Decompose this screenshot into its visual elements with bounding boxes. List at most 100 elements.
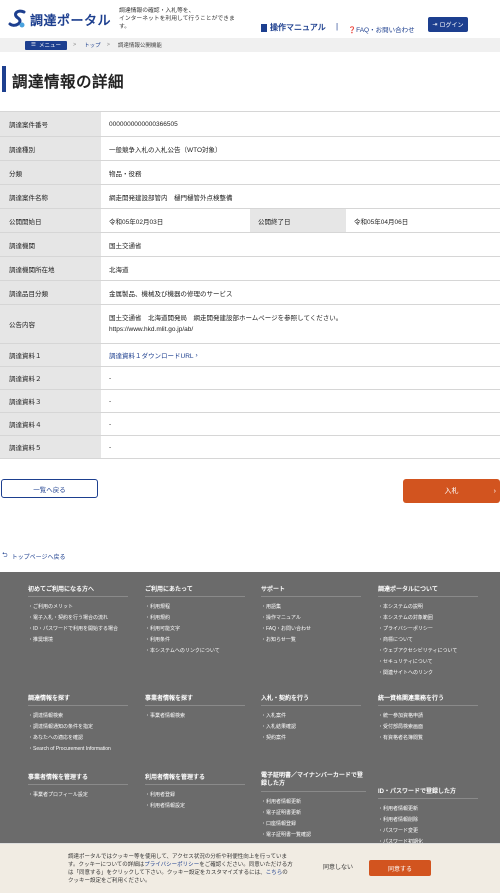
footer-link[interactable]: 利用規約 [145, 613, 245, 624]
footer-link[interactable]: 利用条件 [145, 635, 245, 646]
footer-link[interactable]: 本システムの説明 [378, 602, 478, 613]
site-logo[interactable]: 調達ポータル [6, 8, 111, 30]
footer-link[interactable]: 関連サイトへのリンク [378, 668, 478, 679]
cookie-deny-button[interactable]: 同意しない [323, 862, 353, 871]
footer-link[interactable]: 調達情報検索 [28, 711, 128, 722]
footer-column: ご利用にあたって 利用規程 利用規約 利用可能文字 利用条件 本システムへのリン… [145, 584, 245, 657]
footer-link[interactable]: ID・パスワードで利用を開始する場合 [28, 624, 128, 635]
breadcrumb-arrow: > [106, 42, 110, 48]
faq-label: FAQ・お問い合わせ [356, 27, 415, 34]
doc4-value: - [101, 413, 500, 435]
footer-link[interactable]: 利用可能文字 [145, 624, 245, 635]
footer-link[interactable]: 電子入札・契約を行う場合の流れ [28, 613, 128, 624]
header-separator: | [336, 22, 339, 31]
breadcrumb-top[interactable]: トップ [84, 41, 101, 49]
menu-icon: ☰ [31, 42, 36, 48]
footer-link[interactable]: 契約案件 [261, 733, 361, 744]
menu-button[interactable]: ☰ メニュー [25, 40, 67, 50]
doc5-value: - [101, 436, 500, 458]
footer-link[interactable]: 有資格者名簿閲覧 [378, 733, 478, 744]
detail-row: 調達資料３ - [0, 390, 500, 413]
cookie-accept-button[interactable]: 同意する [369, 860, 431, 876]
footer-link[interactable]: 用語集 [261, 602, 361, 613]
footer-link[interactable]: プライバシーポリシー [378, 624, 478, 635]
detail-row: 調達資料５ - [0, 436, 500, 459]
back-to-top-link[interactable]: ⮌ トップページへ戻る [2, 551, 66, 562]
footer-link[interactable]: 統一参加資格申請 [378, 711, 478, 722]
bid-button[interactable]: 入札 › [403, 479, 500, 503]
manual-link[interactable]: 操作マニュアル [261, 22, 326, 33]
footer-link[interactable]: 利用者情報更新 [378, 804, 478, 815]
footer-link[interactable]: ご利用のメリット [28, 602, 128, 613]
privacy-policy-link[interactable]: プライバシーポリシー [144, 862, 199, 868]
case-name-value: 網走開発建設部管内 樋門樋管外点検整備 [101, 185, 500, 208]
footer-heading[interactable]: 統一資格関連業務を行う [378, 693, 478, 706]
doc1-value: 調達資料１ダウンロードURL › [101, 344, 500, 366]
footer-link[interactable]: FAQ・お問い合わせ [261, 624, 361, 635]
footer-heading[interactable]: サポート [261, 584, 361, 597]
footer-link[interactable]: 利用者情報設定 [145, 801, 245, 812]
item-category-value: 金属製品、機械及び機器の修理のサービス [101, 281, 500, 304]
footer-link[interactable]: パスワード変更 [378, 826, 478, 837]
footer-column: 初めてご利用になる方へ ご利用のメリット 電子入札・契約を行う場合の流れ ID・… [28, 584, 128, 646]
detail-row: 調達機関所在地 北海道 [0, 257, 500, 281]
menu-label: メニュー [38, 43, 61, 49]
footer-link[interactable]: 口座情報登録 [261, 819, 366, 830]
cookie-settings-link[interactable]: こちら [266, 870, 283, 876]
doc1-download-link[interactable]: 調達資料１ダウンロードURL [109, 350, 194, 360]
doc2-value: - [101, 367, 500, 389]
footer-link[interactable]: セキュリティについて [378, 657, 478, 668]
detail-label: 調達資料３ [0, 390, 101, 412]
site-header: 調達ポータル 調達情報の確認・入札等を、 インターネットを利用して行うことができ… [0, 0, 500, 38]
footer-heading[interactable]: 事業者情報を管理する [28, 772, 128, 785]
footer-link[interactable]: 入札結果確認 [261, 722, 361, 733]
footer-link[interactable]: 利用者情報削除 [378, 815, 478, 826]
footer-link[interactable]: 利用者情報更新 [261, 797, 366, 808]
footer-heading[interactable]: ご利用にあたって [145, 584, 245, 597]
footer-heading[interactable]: 調達ポータルについて [378, 584, 478, 597]
detail-row: 調達資料４ - [0, 413, 500, 436]
back-to-list-button[interactable]: 一覧へ戻る [1, 479, 98, 498]
footer-link[interactable]: Search of Procurement Information [28, 744, 128, 755]
notice-text: 国土交通省 北海道開発局 網走開発建設部ホームページを参照してください。 [109, 315, 343, 322]
footer-heading[interactable]: 初めてご利用になる方へ [28, 584, 128, 597]
detail-row: 調達品目分類 金属製品、機械及び機器の修理のサービス [0, 281, 500, 305]
login-icon: ⇥ [432, 22, 438, 28]
footer-link[interactable]: 利用者登録 [145, 790, 245, 801]
page-title: 調達情報の詳細 [12, 74, 125, 91]
footer-column: 調達情報を探す 調達情報検索 調達情報通知の条件を指定 あなたへの適応を確認 S… [28, 693, 128, 755]
footer-heading[interactable]: 入札・契約を行う [261, 693, 361, 706]
footer-link[interactable]: 入札案件 [261, 711, 361, 722]
detail-label: 公告内容 [0, 305, 101, 343]
footer-link[interactable]: 操作マニュアル [261, 613, 361, 624]
footer-heading[interactable]: 事業者情報を探す [145, 693, 245, 706]
footer-link[interactable]: 利用規程 [145, 602, 245, 613]
footer-heading[interactable]: 利用者情報を管理する [145, 772, 245, 785]
notice-value: 国土交通省 北海道開発局 網走開発建設部ホームページを参照してください。 htt… [101, 305, 500, 343]
footer-link[interactable]: 商標について [378, 635, 478, 646]
footer-link[interactable]: 調達情報通知の条件を指定 [28, 722, 128, 733]
footer-heading[interactable]: 電子証明書／マイナンバーカードで登録した方 [261, 772, 366, 792]
footer-link[interactable]: 本システムの対象範囲 [378, 613, 478, 624]
footer-link[interactable]: お知らせ一覧 [261, 635, 361, 646]
login-button[interactable]: ⇥ ログイン [428, 17, 468, 32]
faq-link[interactable]: ❓FAQ・お問い合わせ [348, 24, 415, 34]
footer-column: ID・パスワードで登録した方 利用者情報更新 利用者情報削除 パスワード変更 パ… [378, 786, 478, 848]
footer-link[interactable]: 電子証明書一覧確認 [261, 830, 366, 841]
footer-heading[interactable]: 調達情報を探す [28, 693, 128, 706]
footer-link[interactable]: 本システムへのリンクについて [145, 646, 245, 657]
detail-label: 調達資料１ [0, 344, 101, 366]
notice-url: https://www.hkd.mlit.go.jp/ab/ [109, 326, 194, 333]
detail-label: 公開終了日 [250, 209, 346, 232]
footer-link[interactable]: 受付部局検索画面 [378, 722, 478, 733]
footer-link[interactable]: 事業者情報検索 [145, 711, 245, 722]
footer-column: 入札・契約を行う 入札案件 入札結果確認 契約案件 [261, 693, 361, 744]
publish-start-value: 令和05年02月03日 [101, 209, 250, 232]
footer-link[interactable]: 推奨環境 [28, 635, 128, 646]
detail-label: 調達資料２ [0, 367, 101, 389]
footer-heading[interactable]: ID・パスワードで登録した方 [378, 786, 478, 799]
footer-link[interactable]: 電子証明書更新 [261, 808, 366, 819]
footer-link[interactable]: あなたへの適応を確認 [28, 733, 128, 744]
footer-link[interactable]: ウェブアクセシビリティについて [378, 646, 478, 657]
footer-link[interactable]: 事業者プロフィール設定 [28, 790, 128, 801]
